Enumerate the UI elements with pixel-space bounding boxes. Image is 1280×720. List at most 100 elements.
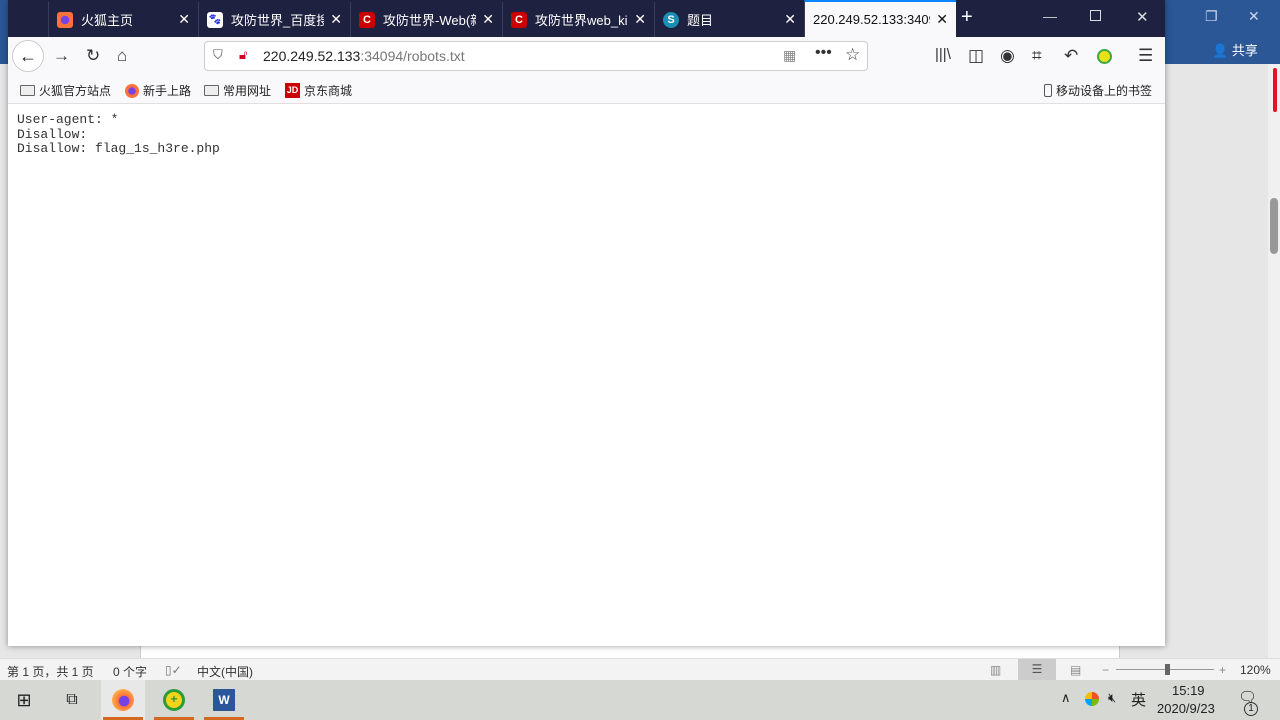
mobile-phone-icon	[1044, 84, 1052, 97]
adworld-icon: S	[663, 11, 679, 28]
forward-button[interactable]: →	[53, 46, 70, 66]
tab[interactable]: 🐾︎ 攻防世界_百度搜 ✕	[198, 2, 350, 37]
url-host: 220.249.52.133	[263, 48, 361, 64]
taskbar: ⊞ ⧉ + W ∧ 🔇︎ 英 15:19 2020/9/23 🗨︎ 1	[0, 680, 1280, 720]
firefox-icon	[57, 11, 73, 28]
word-close-icon[interactable]: ✕	[1248, 8, 1260, 25]
tab[interactable]: 火狐主页 ✕	[48, 2, 198, 37]
sidebar-icon[interactable]: ◫	[968, 46, 984, 66]
task-view-button[interactable]: ⧉	[50, 680, 94, 720]
bookmark-item[interactable]: JD 京东商城	[285, 82, 352, 99]
nav-bar: ← → ↻ ⌂ ⛉ 🔓︎ 220.249.52.133:34094/robots…	[8, 37, 1165, 74]
bookmark-item[interactable]: 新手上路	[125, 82, 191, 99]
taskbar-firefox[interactable]	[101, 680, 145, 720]
tab-strip: 火狐主页 ✕ 🐾︎ 攻防世界_百度搜 ✕ C 攻防世界-Web(新 ✕ C 攻防世界web_…	[8, 0, 1165, 37]
word-count[interactable]: 0 个字	[113, 663, 147, 680]
close-tab-icon[interactable]: ✕	[634, 11, 646, 28]
bookmark-label: 火狐官方站点	[39, 84, 112, 98]
menu-icon[interactable]: ☰	[1138, 46, 1153, 66]
tab-title: 题目	[687, 13, 714, 28]
proofing-icon[interactable]: ▯✓	[165, 663, 182, 677]
taskbar-360[interactable]: +	[152, 680, 196, 720]
word-restore-icon[interactable]: ❐	[1205, 8, 1218, 25]
page-actions-icon[interactable]: •••	[815, 44, 832, 62]
close-tab-icon[interactable]: ✕	[936, 11, 948, 28]
new-tab-button[interactable]: +	[961, 6, 973, 29]
close-tab-icon[interactable]: ✕	[330, 11, 342, 28]
ime-indicator[interactable]: 英	[1131, 689, 1146, 710]
back-button[interactable]: ←	[12, 40, 44, 72]
zoom-in-button[interactable]: +	[1219, 663, 1226, 677]
360-icon: +	[163, 689, 185, 711]
url-path: :34094/robots.txt	[360, 48, 465, 64]
screenshot-crop-icon[interactable]: ⌗	[1032, 46, 1042, 66]
read-mode-icon[interactable]: ▥	[990, 663, 1001, 677]
bookmark-item[interactable]: 火狐官方站点	[20, 82, 111, 99]
library-icon[interactable]: |||\	[935, 46, 951, 63]
word-status-bar: 第 1 页，共 1 页 0 个字 ▯✓ 中文(中国) ▥ ☰ ▤ − + 120…	[0, 658, 1280, 680]
undo-icon[interactable]: ↶	[1064, 46, 1078, 66]
tab-active[interactable]: 220.249.52.133:3409 ✕	[804, 0, 956, 37]
url-bar[interactable]: ⛉ 🔓︎ 220.249.52.133:34094/robots.txt ▦ •…	[204, 41, 868, 71]
qr-code-icon[interactable]: ▦	[783, 47, 796, 64]
mobile-bookmarks[interactable]: 移动设备上的书签	[1044, 82, 1152, 99]
reload-button[interactable]: ↻	[86, 46, 100, 66]
maximize-button[interactable]	[1090, 10, 1101, 21]
close-tab-icon[interactable]: ✕	[482, 11, 494, 28]
csdn-icon: C	[511, 11, 527, 28]
jd-icon: JD	[285, 83, 300, 98]
clock-date[interactable]: 2020/9/23	[1157, 701, 1215, 716]
clock-time[interactable]: 15:19	[1172, 683, 1205, 698]
account-icon[interactable]: ◉	[1000, 46, 1015, 66]
close-tab-icon[interactable]: ✕	[178, 11, 190, 28]
word-scroll-marker	[1273, 68, 1277, 112]
url-text[interactable]: 220.249.52.133:34094/robots.txt	[263, 48, 465, 64]
tab-title: 攻防世界-Web(新	[383, 13, 477, 28]
home-button[interactable]: ⌂	[117, 46, 127, 66]
tab-title: 攻防世界_百度搜	[231, 13, 325, 28]
insecure-lock-icon[interactable]: 🔓︎	[239, 47, 247, 63]
tab[interactable]: C 攻防世界web_kic ✕	[502, 2, 654, 37]
csdn-icon: C	[359, 11, 375, 28]
print-layout-icon[interactable]: ☰	[1018, 659, 1056, 680]
bookmark-label: 常用网址	[223, 84, 272, 98]
zoom-slider-thumb[interactable]	[1165, 664, 1170, 675]
zoom-out-button[interactable]: −	[1102, 663, 1109, 677]
firefox-icon	[112, 689, 134, 711]
volume-muted-icon[interactable]: 🔇︎	[1108, 690, 1116, 706]
tray-expand-icon[interactable]: ∧	[1061, 690, 1071, 706]
start-button[interactable]: ⊞	[2, 680, 46, 720]
folder-icon	[204, 85, 219, 96]
web-layout-icon[interactable]: ▤	[1070, 663, 1081, 677]
bookmarks-toolbar: 火狐官方站点 新手上路 常用网址 JD 京东商城 移动设备上的书签	[8, 74, 1165, 104]
word-icon: W	[213, 689, 235, 711]
minimize-button[interactable]: —	[1043, 8, 1057, 24]
extension-360-icon[interactable]	[1097, 49, 1112, 64]
zoom-level[interactable]: 120%	[1240, 663, 1271, 677]
word-share-button[interactable]: 👤 共享	[1212, 40, 1258, 59]
bookmark-label: 京东商城	[304, 84, 353, 98]
firefox-icon	[125, 83, 139, 98]
word-scrollbar[interactable]	[1268, 64, 1280, 658]
page-content: User-agent: * Disallow: Disallow: flag_1…	[8, 104, 1165, 646]
tab-title: 火狐主页	[81, 13, 134, 28]
tab[interactable]: S 题目 ✕	[654, 2, 804, 37]
close-window-button[interactable]: ✕	[1136, 8, 1149, 26]
word-scroll-thumb[interactable]	[1270, 198, 1278, 254]
folder-icon	[20, 85, 35, 96]
baidu-icon: 🐾︎	[207, 11, 223, 28]
bookmark-item[interactable]: 常用网址	[204, 82, 271, 99]
firefox-window: 火狐主页 ✕ 🐾︎ 攻防世界_百度搜 ✕ C 攻防世界-Web(新 ✕ C 攻防世界web_…	[8, 0, 1165, 646]
tab[interactable]: C 攻防世界-Web(新 ✕	[350, 2, 502, 37]
bookmark-label: 新手上路	[143, 84, 192, 98]
bookmark-star-icon[interactable]: ☆	[845, 45, 860, 65]
page-count: 第 1 页，共 1 页	[7, 665, 94, 679]
close-tab-icon[interactable]: ✕	[784, 11, 796, 28]
mobile-bookmarks-label: 移动设备上的书签	[1056, 84, 1153, 98]
share-label: 共享	[1231, 43, 1258, 58]
tray-app-icon[interactable]	[1085, 692, 1099, 706]
language[interactable]: 中文(中国)	[197, 663, 253, 680]
notification-count: 1	[1244, 702, 1258, 716]
taskbar-word[interactable]: W	[202, 680, 246, 720]
shield-icon[interactable]: ⛉	[213, 47, 223, 63]
